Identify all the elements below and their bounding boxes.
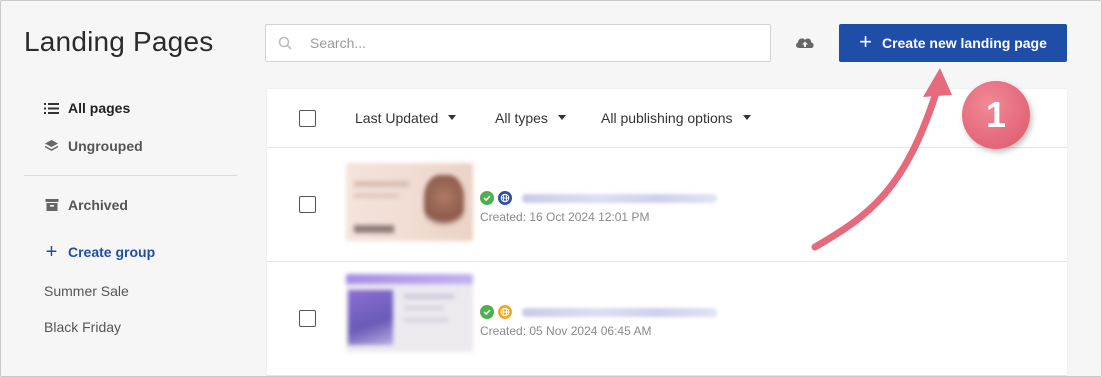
globe-icon [498,305,512,319]
sidebar-item-label: Ungrouped [68,138,143,154]
sidebar-divider [24,175,237,176]
plus-icon: + [859,29,872,54]
sort-dropdown[interactable]: Last Updated [355,110,457,126]
sidebar-group-summer-sale[interactable]: Summer Sale [44,283,129,299]
sidebar-item-label: Archived [68,197,128,213]
page-url-link[interactable] [522,307,717,317]
created-date: Created: 05 Nov 2024 06:45 AM [480,324,652,338]
list-icon [44,101,59,116]
create-button-label: Create new landing page [881,35,1047,51]
create-group-label: Create group [68,244,156,260]
check-circle-icon [480,191,494,205]
plus-icon: + [45,240,58,263]
cloud-upload-icon[interactable] [794,34,816,52]
sidebar-item-ungrouped[interactable]: Ungrouped [44,138,143,154]
table-row[interactable]: Created: 05 Nov 2024 06:45 AM [267,262,1067,376]
check-circle-icon [480,305,494,319]
row-checkbox[interactable] [299,310,316,327]
filter-label: Last Updated [355,110,439,126]
step-badge: 1 [962,81,1030,149]
landing-pages-panel: Last Updated All types All publishing op… [267,89,1067,377]
sidebar-item-label: All pages [68,100,131,116]
sidebar-item-all-pages[interactable]: All pages [44,100,130,116]
search-input[interactable] [310,25,750,61]
globe-icon [498,191,512,205]
publishing-filter-dropdown[interactable]: All publishing options [601,110,751,126]
filter-label: All publishing options [601,110,733,126]
status-line [480,191,717,205]
sidebar-item-archived[interactable]: Archived [44,197,128,213]
caret-down-icon [742,114,751,120]
table-row[interactable]: Created: 16 Oct 2024 12:01 PM [267,148,1067,262]
caret-down-icon [448,114,457,120]
search-icon [278,36,292,55]
create-group-button[interactable]: + Create group [44,240,156,263]
page-thumbnail[interactable] [346,163,473,241]
archive-icon [44,198,59,213]
create-landing-page-button[interactable]: + Create new landing page [839,24,1067,62]
row-checkbox[interactable] [299,196,316,213]
page-title: Landing Pages [24,26,214,57]
filter-toolbar: Last Updated All types All publishing op… [267,89,1067,148]
type-filter-dropdown[interactable]: All types [495,110,566,126]
status-line [480,305,717,319]
select-all-checkbox[interactable] [299,110,316,127]
layers-icon [44,139,59,154]
search-box[interactable] [265,24,771,62]
page-url-link[interactable] [522,193,717,203]
created-date: Created: 16 Oct 2024 12:01 PM [480,210,650,224]
sidebar-group-black-friday[interactable]: Black Friday [44,319,121,335]
caret-down-icon [557,114,566,120]
filter-label: All types [495,110,548,126]
page-thumbnail[interactable] [346,274,473,352]
